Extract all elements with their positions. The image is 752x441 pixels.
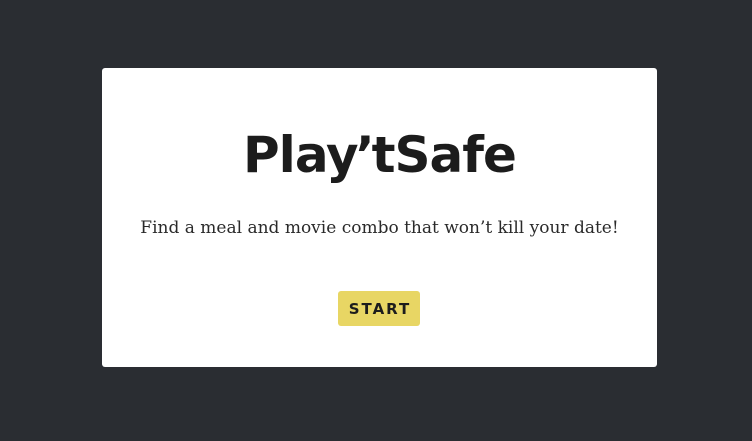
start-button[interactable]: START	[338, 291, 420, 326]
app-logo: Play’ tSafe	[102, 130, 657, 180]
tagline: Find a meal and movie combo that won’t k…	[140, 218, 619, 238]
intro-card: Play’ tSafe Find a meal and movie combo t…	[102, 68, 657, 367]
logo-text-safe: tSafe	[371, 126, 517, 184]
logo-text-play: Play	[243, 126, 359, 184]
